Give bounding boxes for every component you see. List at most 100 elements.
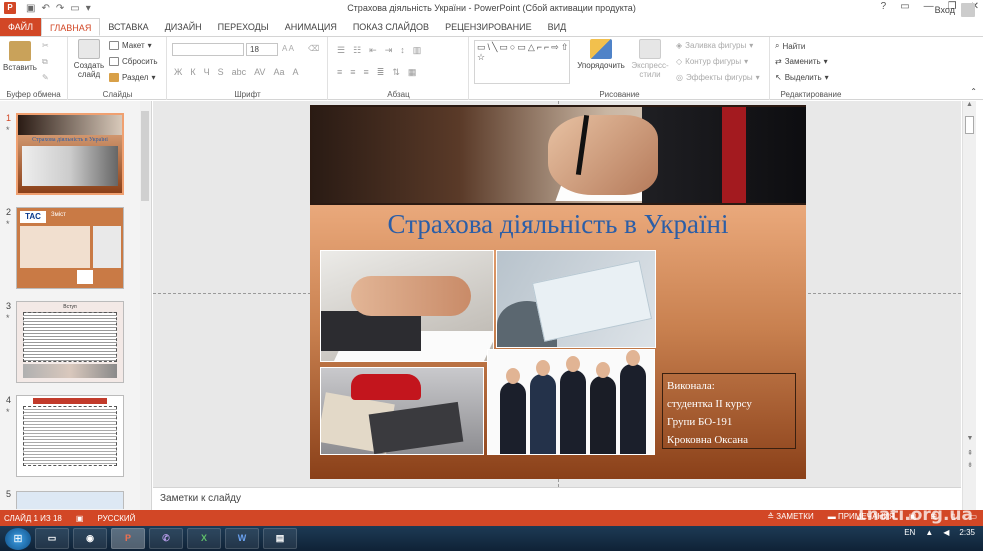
help-button[interactable]: ? bbox=[881, 1, 887, 12]
replace-button[interactable]: ⇄ Заменить ▾ bbox=[775, 57, 828, 66]
strikethrough-button[interactable]: abc bbox=[232, 67, 247, 77]
tab-file[interactable]: ФАЙЛ bbox=[0, 18, 42, 36]
tab-design[interactable]: ДИЗАЙН bbox=[157, 18, 210, 36]
italic-button[interactable]: К bbox=[190, 67, 195, 77]
shapes-gallery[interactable]: ▭\╲▭○▭△⌐⌐⇨⇧⇩⊕△⌒⌒◠{}☆ bbox=[474, 40, 570, 84]
bold-button[interactable]: Ж bbox=[174, 67, 182, 77]
tab-view[interactable]: ВИД bbox=[540, 18, 575, 36]
language-indicator[interactable]: РУССКИЙ bbox=[97, 514, 135, 523]
justify-icon[interactable]: ≣ bbox=[377, 67, 385, 78]
notes-toggle[interactable]: ≙ ЗАМЕТКИ bbox=[767, 512, 813, 521]
font-color-button[interactable]: A bbox=[292, 67, 298, 77]
collapse-ribbon-icon[interactable]: ⌃ bbox=[970, 87, 977, 96]
taskbar-viber-icon[interactable]: ✆ bbox=[149, 528, 183, 549]
undo-icon[interactable]: ↶ bbox=[41, 3, 49, 14]
login-link[interactable]: Вход bbox=[935, 5, 955, 15]
login-area[interactable]: Вход bbox=[935, 3, 975, 17]
new-slide-button[interactable]: Создать слайд bbox=[71, 39, 107, 79]
font-grow-icon[interactable]: A A bbox=[282, 44, 294, 53]
windows-start-button[interactable]: ⊞ bbox=[5, 527, 31, 550]
bullets-icon[interactable]: ☰ bbox=[337, 45, 345, 56]
clock[interactable]: 2:35 bbox=[959, 528, 975, 537]
avatar[interactable] bbox=[961, 3, 975, 17]
clear-format-icon[interactable]: ⌫ bbox=[308, 44, 319, 53]
thumbnails-scrollbar[interactable] bbox=[140, 101, 150, 510]
taskbar-chrome-icon[interactable]: ◉ bbox=[73, 528, 107, 549]
copy-icon[interactable]: ⧉ bbox=[42, 57, 48, 67]
arrange-button[interactable]: Упорядочить bbox=[574, 39, 628, 70]
tab-transitions[interactable]: ПЕРЕХОДЫ bbox=[210, 18, 277, 36]
slide-thumbnail-4[interactable] bbox=[16, 395, 124, 477]
powerpoint-logo-icon: P bbox=[4, 2, 16, 14]
redo-icon[interactable]: ↷ bbox=[56, 3, 64, 14]
scroll-down-icon[interactable]: ▼ bbox=[963, 435, 977, 442]
spellcheck-icon[interactable]: ▣ bbox=[76, 514, 84, 523]
handshake-photo[interactable] bbox=[320, 250, 494, 362]
save-icon[interactable]: ▣ bbox=[26, 3, 35, 14]
editor-scrollbar[interactable]: ▲ ▼ ⇞ ⇟ bbox=[962, 101, 976, 510]
shape-fill-button[interactable]: ◈ Заливка фигуры ▾ bbox=[676, 41, 753, 50]
font-name-field[interactable] bbox=[172, 43, 244, 56]
layout-button[interactable]: Макет ▾ bbox=[109, 41, 152, 50]
tab-slideshow[interactable]: ПОКАЗ СЛАЙДОВ bbox=[345, 18, 437, 36]
scroll-thumb[interactable] bbox=[965, 116, 974, 134]
reset-button[interactable]: Сбросить bbox=[109, 57, 158, 66]
format-painter-icon[interactable]: ✎ bbox=[42, 73, 49, 82]
taskbar-word-icon[interactable]: W bbox=[225, 528, 259, 549]
next-slide-icon[interactable]: ⇟ bbox=[963, 461, 977, 469]
slide-thumbnail-5[interactable] bbox=[16, 491, 124, 509]
align-right-icon[interactable]: ≡ bbox=[364, 67, 369, 78]
font-size-field[interactable]: 18 bbox=[246, 43, 278, 56]
current-slide[interactable]: Страхова діяльність в Україні Виконала: … bbox=[310, 105, 806, 479]
align-left-icon[interactable]: ≡ bbox=[337, 67, 342, 78]
prev-slide-icon[interactable]: ⇞ bbox=[963, 449, 977, 457]
customize-qat-icon[interactable]: ▾ bbox=[86, 3, 91, 14]
business-team-photo[interactable] bbox=[487, 349, 655, 455]
car-and-calculator-photo[interactable] bbox=[320, 367, 484, 455]
text-direction-icon[interactable]: ⇅ bbox=[392, 67, 400, 78]
underline-button[interactable]: Ч bbox=[204, 67, 210, 77]
decrease-indent-icon[interactable]: ⇤ bbox=[369, 45, 377, 56]
smartart-icon[interactable]: ▦ bbox=[408, 67, 417, 78]
change-case-button[interactable]: Aa bbox=[273, 67, 284, 77]
slide-title[interactable]: Страхова діяльність в Україні bbox=[310, 209, 806, 240]
tab-review[interactable]: РЕЦЕНЗИРОВАНИЕ bbox=[437, 18, 540, 36]
banner-image[interactable] bbox=[310, 105, 806, 205]
taskbar-excel-icon[interactable]: X bbox=[187, 528, 221, 549]
author-line-1: Виконала: bbox=[667, 380, 715, 392]
taskbar-folder-icon[interactable]: ▭ bbox=[35, 528, 69, 549]
shape-outline-button[interactable]: ◇ Контур фигуры ▾ bbox=[676, 57, 748, 66]
keyboard-language[interactable]: EN bbox=[904, 528, 915, 537]
shadow-button[interactable]: S bbox=[218, 67, 224, 77]
select-button[interactable]: ↖ Выделить ▾ bbox=[775, 73, 829, 82]
tab-home[interactable]: ГЛАВНАЯ bbox=[41, 18, 101, 36]
network-icon[interactable]: ▲ bbox=[925, 528, 933, 537]
section-button[interactable]: Раздел ▾ bbox=[109, 73, 155, 82]
char-spacing-button[interactable]: AV bbox=[254, 67, 265, 77]
taskbar-powerpoint-icon[interactable]: P bbox=[111, 528, 145, 549]
scroll-up-icon[interactable]: ▲ bbox=[963, 101, 976, 108]
columns-icon[interactable]: ▥ bbox=[413, 45, 422, 56]
slide-thumbnail-3[interactable]: Вступ bbox=[16, 301, 124, 383]
start-slideshow-icon[interactable]: ▭ bbox=[70, 3, 79, 14]
find-button[interactable]: ⌕ Найти bbox=[775, 41, 805, 51]
quick-styles-button[interactable]: Экспресс- стили bbox=[628, 39, 672, 79]
increase-indent-icon[interactable]: ⇥ bbox=[385, 45, 393, 56]
paste-button[interactable]: Вставить bbox=[2, 41, 38, 72]
author-info-box[interactable]: Виконала: студентка II курсу Групи БО-19… bbox=[662, 373, 796, 449]
taskbar-explorer-icon[interactable]: ▤ bbox=[263, 528, 297, 549]
notes-pane[interactable]: Заметки к слайду bbox=[153, 487, 961, 510]
car-insurance-document-photo[interactable] bbox=[496, 250, 656, 348]
slide-thumbnail-2[interactable]: TAC Зміст bbox=[16, 207, 124, 289]
numbering-icon[interactable]: ☷ bbox=[353, 45, 361, 56]
tab-animations[interactable]: АНИМАЦИЯ bbox=[277, 18, 345, 36]
tab-insert[interactable]: ВСТАВКА bbox=[100, 18, 156, 36]
shape-effects-button[interactable]: ◎ Эффекты фигуры ▾ bbox=[676, 73, 760, 82]
align-center-icon[interactable]: ≡ bbox=[350, 67, 355, 78]
slide-thumbnail-1[interactable]: Страхова діяльність в Україні bbox=[16, 113, 124, 195]
minimize-button[interactable]: — bbox=[924, 1, 934, 12]
volume-icon[interactable]: ◀ bbox=[943, 528, 949, 537]
ribbon-display-button[interactable]: ▭ bbox=[900, 1, 909, 12]
cut-icon[interactable]: ✂ bbox=[42, 41, 49, 50]
line-spacing-icon[interactable]: ↕ bbox=[400, 45, 405, 56]
